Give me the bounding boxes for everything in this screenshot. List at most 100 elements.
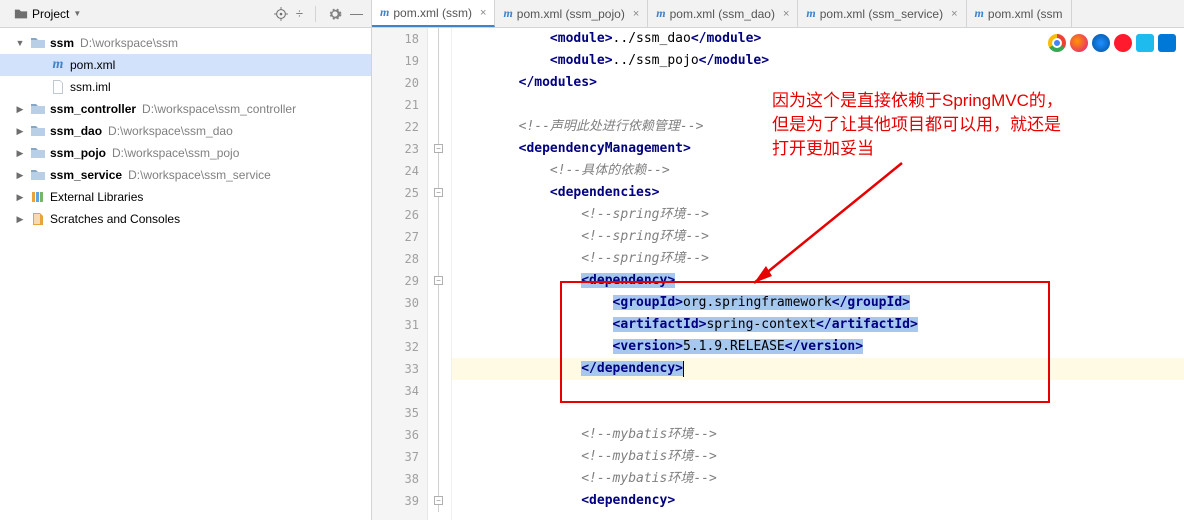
file-icon <box>50 79 66 95</box>
collapse-icon[interactable]: ÷ <box>296 6 303 21</box>
maven-icon: m <box>380 5 389 20</box>
tab-label: pom.xml (ssm_pojo) <box>517 7 625 21</box>
tree-path: D:\workspace\ssm <box>80 36 178 50</box>
tree-arrow[interactable]: ▶ <box>14 148 26 159</box>
code-line-35[interactable] <box>452 402 1184 424</box>
fold-toggle[interactable]: − <box>434 276 443 285</box>
close-icon[interactable]: × <box>783 8 789 20</box>
tree-item-ssm[interactable]: ▼ ssm D:\workspace\ssm <box>0 32 371 54</box>
code-line-38[interactable]: <!--mybatis环境--> <box>452 468 1184 490</box>
tree-item-pom-xml[interactable]: m pom.xml <box>0 54 371 76</box>
tab-pom-xml--ssm-pojo-[interactable]: mpom.xml (ssm_pojo)× <box>495 0 648 27</box>
tab-pom-xml--ssm[interactable]: m pom.xml (ssm <box>967 0 1072 27</box>
tree-path: D:\workspace\ssm_pojo <box>112 146 239 160</box>
annotation-text: 因为这个是直接依赖于SpringMVC的， 但是为了让其他项目都可以用，就还是 … <box>772 89 1063 161</box>
edge-icon[interactable] <box>1158 34 1176 52</box>
tab-label: pom.xml (ssm) <box>393 6 472 20</box>
tree-path: D:\workspace\ssm_dao <box>108 124 233 138</box>
code-line-31[interactable]: <artifactId>spring-context</artifactId> <box>452 314 1184 336</box>
tree-arrow[interactable]: ▶ <box>14 126 26 137</box>
maven-icon: m <box>806 6 815 21</box>
code-line-39[interactable]: <dependency> <box>452 490 1184 512</box>
code-line-19[interactable]: <module>../ssm_pojo</module> <box>452 50 1184 72</box>
tab-label: pom.xml (ssm <box>988 7 1063 21</box>
tree-arrow[interactable]: ▶ <box>14 170 26 181</box>
maven-icon: m <box>656 6 665 21</box>
fold-toggle[interactable]: − <box>434 496 443 505</box>
target-icon[interactable] <box>274 7 288 21</box>
code-line-37[interactable]: <!--mybatis环境--> <box>452 446 1184 468</box>
opera-icon[interactable] <box>1114 34 1132 52</box>
fold-column[interactable]: − − − − <box>428 28 452 520</box>
tree-label: ssm_dao <box>50 124 102 138</box>
tree-label: Scratches and Consoles <box>50 212 180 226</box>
tree-item-ssm-pojo[interactable]: ▶ ssm_pojo D:\workspace\ssm_pojo <box>0 142 371 164</box>
code-line-32[interactable]: <version>5.1.9.RELEASE</version> <box>452 336 1184 358</box>
close-icon[interactable]: × <box>633 8 639 20</box>
tree-label: ssm <box>50 36 74 50</box>
code-area[interactable]: <module>../ssm_dao</module> <module>../s… <box>452 28 1184 520</box>
browser-icons <box>1048 34 1176 52</box>
fold-toggle[interactable]: − <box>434 188 443 197</box>
tree-arrow[interactable]: ▶ <box>14 192 26 203</box>
folder-icon <box>30 145 46 161</box>
code-line-29[interactable]: <dependency> <box>452 270 1184 292</box>
code-line-33[interactable]: </dependency> <box>452 358 1184 380</box>
gear-icon[interactable] <box>328 7 342 21</box>
tree-label: ssm.iml <box>70 80 111 94</box>
hide-icon[interactable]: — <box>350 6 363 21</box>
tree-item-ssm-iml[interactable]: ssm.iml <box>0 76 371 98</box>
tree-item-ssm-dao[interactable]: ▶ ssm_dao D:\workspace\ssm_dao <box>0 120 371 142</box>
project-view-selector[interactable]: Project ▼ <box>8 5 87 23</box>
folder-icon <box>30 123 46 139</box>
scratch-icon <box>30 211 46 227</box>
code-line-25[interactable]: <dependencies> <box>452 182 1184 204</box>
safari-icon[interactable] <box>1092 34 1110 52</box>
tab-pom-xml--ssm-service-[interactable]: mpom.xml (ssm_service)× <box>798 0 966 27</box>
tree-arrow[interactable]: ▶ <box>14 104 26 115</box>
code-line-26[interactable]: <!--spring环境--> <box>452 204 1184 226</box>
editor-area: mpom.xml (ssm)×mpom.xml (ssm_pojo)×mpom.… <box>372 0 1184 520</box>
divider <box>315 6 316 22</box>
tree-label: pom.xml <box>70 58 115 72</box>
editor[interactable]: 1819202122232425262728293031323334353637… <box>372 28 1184 520</box>
maven-icon: m <box>50 57 66 73</box>
close-icon[interactable]: × <box>480 7 486 19</box>
line-gutter: 1819202122232425262728293031323334353637… <box>372 28 428 520</box>
maven-icon: m <box>975 6 984 21</box>
tab-pom-xml--ssm-[interactable]: m pom.xml (ssm) × <box>372 0 495 27</box>
tab-label: pom.xml (ssm_dao) <box>670 7 775 21</box>
tree-label: ssm_service <box>50 168 122 182</box>
tree-label: External Libraries <box>50 190 143 204</box>
tree-item-ssm-controller[interactable]: ▶ssm_controllerD:\workspace\ssm_controll… <box>0 98 371 120</box>
tree-item-ssm-service[interactable]: ▶ ssm_service D:\workspace\ssm_service <box>0 164 371 186</box>
fold-toggle[interactable]: − <box>434 144 443 153</box>
tree-item-external-libraries[interactable]: ▶ External Libraries <box>0 186 371 208</box>
firefox-icon[interactable] <box>1070 34 1088 52</box>
tree-arrow[interactable]: ▼ <box>14 38 26 48</box>
tree-item-scratches-and-consoles[interactable]: ▶ Scratches and Consoles <box>0 208 371 230</box>
panel-toolbar: ÷ — <box>274 6 363 22</box>
folder-icon <box>30 167 46 183</box>
project-tree[interactable]: ▼ ssm D:\workspace\ssm m pom.xml ssm.iml ▶ ssm_… <box>0 28 371 234</box>
panel-header: Project ▼ ÷ — <box>0 0 371 28</box>
tab-pom-xml--ssm-dao-[interactable]: m pom.xml (ssm_dao) × <box>648 0 798 27</box>
code-line-36[interactable]: <!--mybatis环境--> <box>452 424 1184 446</box>
code-line-30[interactable]: <groupId>org.springframework</groupId> <box>452 292 1184 314</box>
code-line-28[interactable]: <!--spring环境--> <box>452 248 1184 270</box>
tree-path: D:\workspace\ssm_service <box>128 168 271 182</box>
code-line-24[interactable]: <!--具体的依赖--> <box>452 160 1184 182</box>
panel-title: Project <box>32 7 69 21</box>
tree-label: ssm_controller <box>50 102 136 116</box>
code-line-34[interactable] <box>452 380 1184 402</box>
folder-icon <box>14 7 28 21</box>
project-panel: Project ▼ ÷ — ▼ ssm D:\workspace\ssm m pom.x… <box>0 0 372 520</box>
ie-icon[interactable] <box>1136 34 1154 52</box>
dropdown-icon: ▼ <box>73 9 81 18</box>
code-line-27[interactable]: <!--spring环境--> <box>452 226 1184 248</box>
tree-label: ssm_pojo <box>50 146 106 160</box>
lib-icon <box>30 189 46 205</box>
chrome-icon[interactable] <box>1048 34 1066 52</box>
close-icon[interactable]: × <box>951 8 957 20</box>
tree-arrow[interactable]: ▶ <box>14 214 26 225</box>
